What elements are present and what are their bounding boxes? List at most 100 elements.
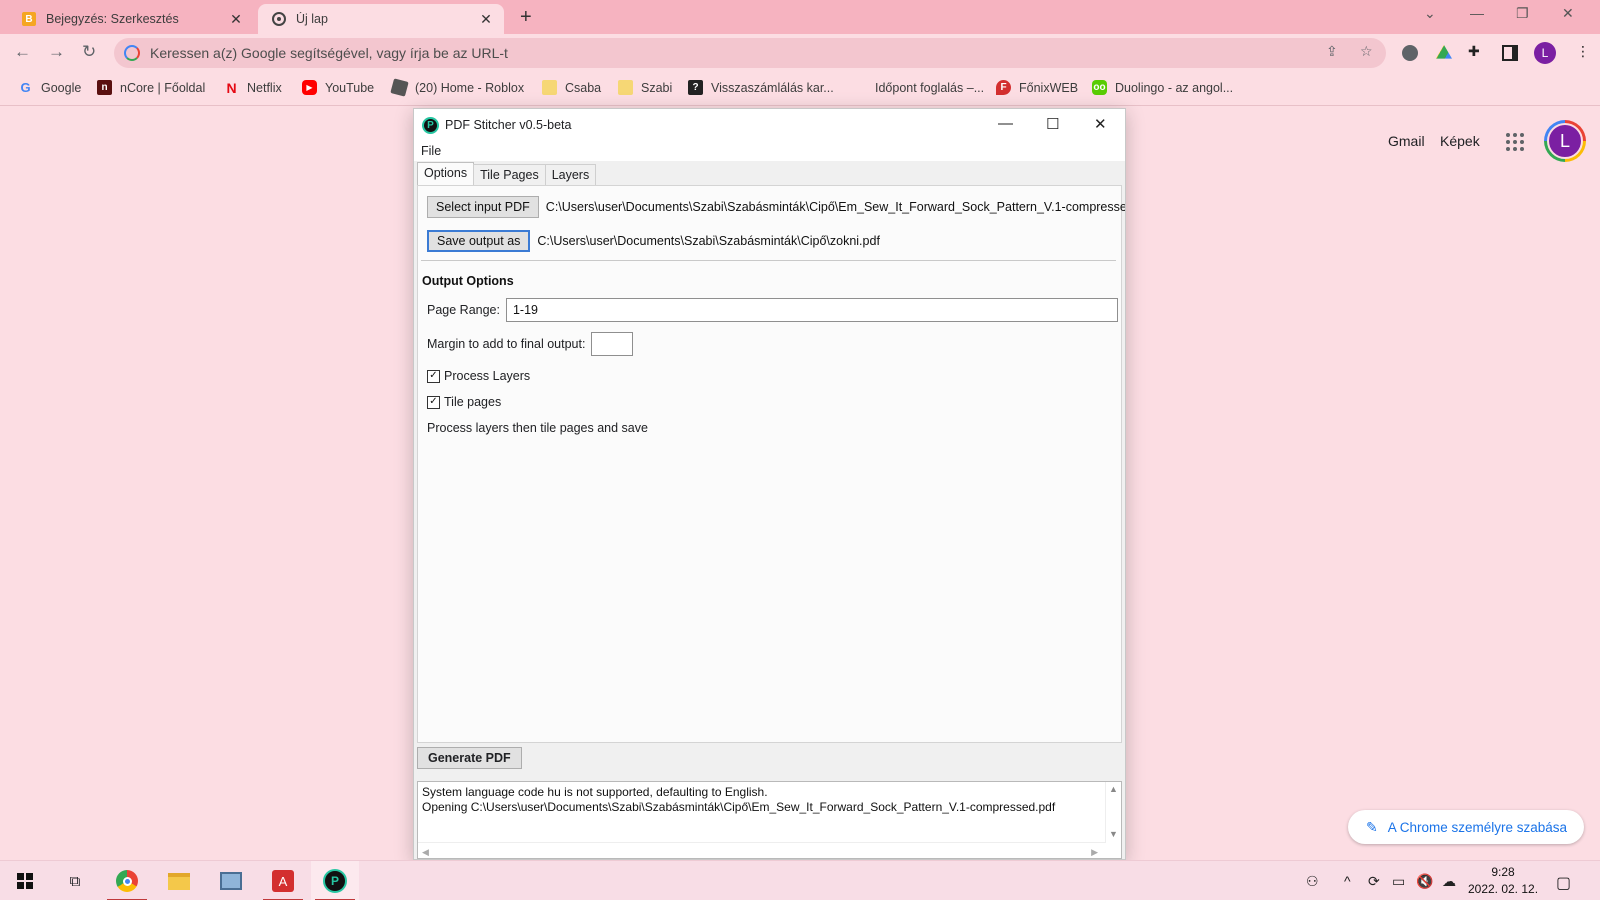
taskbar-pdf-stitcher[interactable]: P (311, 861, 359, 900)
close-window-icon[interactable]: ✕ (1562, 5, 1574, 22)
action-summary: Process layers then tile pages and save (427, 421, 648, 435)
margin-label: Margin to add to final output: (427, 337, 586, 351)
bookmark-label: FőnixWEB (1019, 80, 1079, 95)
tab-tile-pages[interactable]: Tile Pages (473, 164, 546, 185)
close-tab-icon[interactable]: ✕ (478, 11, 494, 28)
account-avatar[interactable]: L (1544, 120, 1586, 162)
app-maximize-icon[interactable]: ☐ (1046, 115, 1059, 133)
log-output[interactable]: System language code hu is not supported… (417, 781, 1122, 859)
action-summary-text: Process layers then tile pages and save (427, 421, 648, 435)
update-icon[interactable]: ⟳ (1368, 873, 1380, 890)
reload-icon[interactable]: ↻ (82, 42, 96, 62)
google-icon (124, 45, 140, 61)
bookmark-label: Visszaszámlálás kar... (711, 80, 834, 95)
tab-strip: B Bejegyzés: Szerkesztés ✕ Új lap ✕ + ⌄ … (0, 0, 1600, 34)
bookmark-label: YouTube (325, 80, 375, 95)
taskbar-chrome[interactable] (103, 861, 151, 900)
menu-icon[interactable]: ⋮ (1576, 43, 1590, 60)
generate-pdf-button[interactable]: Generate PDF (417, 747, 522, 769)
tab-options[interactable]: Options (417, 162, 475, 185)
back-icon[interactable]: ← (14, 42, 31, 62)
notifications-icon[interactable]: ▢ (1556, 873, 1571, 893)
bookmark-duolingo[interactable]: oo Duolingo - az angol... (1092, 80, 1233, 95)
bookmark-netflix[interactable]: N Netflix (224, 80, 281, 96)
bookmark-youtube[interactable]: ▶ YouTube (302, 80, 374, 95)
app-close-icon[interactable]: ✕ (1094, 115, 1107, 133)
task-view-button[interactable]: ⧉ (51, 861, 99, 900)
side-panel-icon[interactable] (1502, 45, 1518, 61)
roblox-icon (390, 78, 409, 97)
bookmark-folder-szabi[interactable]: Szabi (618, 80, 672, 95)
bookmark-visszaszamlalas[interactable]: ? Visszaszámlálás kar... (688, 80, 834, 95)
bookmark-label: (20) Home - Roblox (415, 80, 525, 95)
save-output-button[interactable]: Save output as (427, 230, 531, 252)
google-drive-icon[interactable] (1436, 45, 1452, 59)
tab-new-tab[interactable]: Új lap ✕ (258, 4, 504, 34)
forward-icon[interactable]: → (48, 42, 65, 62)
bookmark-star-icon[interactable]: ☆ (1360, 43, 1373, 60)
show-hidden-icons[interactable]: ^ (1344, 873, 1351, 889)
menu-file[interactable]: File (421, 144, 441, 158)
onedrive-icon[interactable]: ☁ (1442, 873, 1456, 890)
tab-search-icon[interactable]: ⌄ (1424, 5, 1436, 22)
output-path: C:\Users\user\Documents\Szabi\Szabásmint… (537, 234, 880, 248)
bookmark-label: Google (41, 80, 82, 95)
profile-avatar[interactable]: L (1534, 42, 1556, 64)
pinterest-icon[interactable] (1402, 45, 1418, 61)
tile-pages-row: ✓ Tile pages (427, 395, 501, 409)
minimize-icon[interactable]: — (1470, 5, 1484, 21)
taskbar-clock[interactable]: 9:28 2022. 02. 12. (1466, 864, 1540, 898)
display-icon[interactable]: ▭ (1392, 873, 1405, 890)
input-row: Select input PDF C:\Users\user\Documents… (427, 196, 1125, 218)
taskbar-network-app[interactable] (207, 861, 255, 900)
question-icon: ? (688, 80, 703, 95)
bookmark-ncore[interactable]: n nCore | Főoldal (97, 80, 205, 95)
close-tab-icon[interactable]: ✕ (228, 11, 244, 28)
bookmark-google[interactable]: G Google (18, 80, 81, 95)
google-apps-icon[interactable] (1506, 133, 1524, 151)
folder-icon (618, 80, 633, 95)
taskbar-acrobat[interactable]: A (259, 861, 307, 900)
margin-row: Margin to add to final output: (427, 332, 634, 356)
tab-layers[interactable]: Layers (544, 164, 597, 185)
people-icon[interactable]: ⚇ (1306, 873, 1319, 890)
select-input-button[interactable]: Select input PDF (427, 196, 539, 218)
bookmark-fonixweb[interactable]: F FőnixWEB (996, 80, 1078, 95)
bookmark-roblox[interactable]: (20) Home - Roblox (390, 78, 525, 97)
bookmark-folder-csaba[interactable]: Csaba (542, 80, 601, 95)
tab-bejegyzes[interactable]: B Bejegyzés: Szerkesztés ✕ (8, 4, 254, 34)
clock-time: 9:28 (1491, 865, 1515, 879)
file-explorer-icon (168, 872, 190, 890)
browser-toolbar: ← → ↻ Keressen a(z) Google segítségével,… (0, 34, 1600, 72)
restore-icon[interactable]: ❐ (1516, 5, 1529, 22)
process-layers-row: ✓ Process Layers (427, 369, 530, 383)
gmail-link[interactable]: Gmail (1388, 133, 1425, 149)
volume-muted-icon[interactable]: 🔇 (1416, 873, 1433, 890)
app-minimize-icon[interactable]: — (998, 115, 1013, 132)
bookmark-idopont[interactable]: Időpont foglalás –... (852, 80, 984, 95)
tile-pages-checkbox[interactable]: ✓ (427, 395, 440, 409)
network-icon (220, 872, 242, 890)
divider (421, 260, 1116, 261)
extensions-icon[interactable]: ✚ (1468, 43, 1480, 60)
options-panel: Select input PDF C:\Users\user\Documents… (417, 185, 1125, 743)
taskbar-file-explorer[interactable] (155, 861, 203, 900)
new-tab-button[interactable]: + (520, 6, 532, 29)
process-layers-checkbox[interactable]: ✓ (427, 369, 440, 383)
app-tabs: Options Tile Pages Layers (414, 161, 1125, 185)
log-vertical-scrollbar[interactable]: ▲ ▼ (1105, 782, 1121, 842)
share-icon[interactable]: ⇪ (1326, 43, 1338, 60)
log-horizontal-scrollbar[interactable]: ◀ ▶ (418, 842, 1106, 858)
start-icon (17, 873, 33, 889)
page-range-input[interactable]: 1-19 (505, 298, 1118, 322)
windows-taskbar: ⧉ A P ⚇ ^ ⟳ ▭ 🔇 ☁ 9:28 2022. 02. 12. ▢ (0, 860, 1600, 900)
pdf-stitcher-logo-icon: P (422, 116, 439, 134)
start-button[interactable] (1, 861, 49, 900)
customize-chrome-button[interactable]: ✎ A Chrome személyre szabása (1348, 810, 1584, 844)
images-link[interactable]: Képek (1440, 133, 1480, 149)
output-options-heading: Output Options (422, 274, 514, 288)
omnibox-placeholder: Keressen a(z) Google segítségével, vagy … (150, 45, 508, 61)
pdf-stitcher-icon: P (323, 869, 347, 893)
margin-input[interactable] (591, 332, 634, 356)
omnibox[interactable]: Keressen a(z) Google segítségével, vagy … (114, 38, 1386, 68)
